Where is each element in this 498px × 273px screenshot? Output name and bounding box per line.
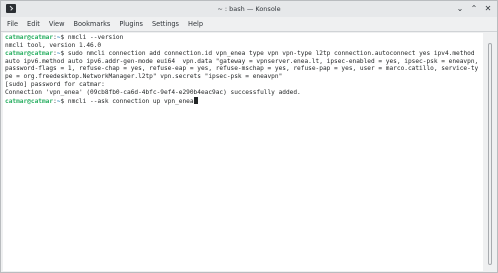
menu-bar: File Edit View Bookmarks Plugins Setting… (1, 17, 497, 32)
minimize-button[interactable]: ⌄ (455, 3, 465, 14)
command-line-1: nmcli --version (67, 34, 124, 41)
output-line-1: nmcli tool, version 1.46.0 (5, 41, 102, 49)
scrollbar-thumb[interactable] (488, 43, 492, 265)
prompt-user: catmar@catmar (5, 49, 54, 57)
prompt-symbol: $ (60, 97, 65, 105)
window-controls: ⌄ ⌃ ✕ (455, 3, 493, 14)
prompt-user: catmar@catmar (5, 97, 54, 105)
output-line-2a: [sudo] password for catmar: (5, 81, 105, 89)
text-cursor (193, 96, 198, 104)
terminal-area[interactable]: catmar@catmar:~$ nmcli --version nmcli t… (3, 33, 483, 271)
terminal-scrollbar[interactable] (487, 35, 493, 269)
command-line-3: nmcli --ask connection up vpn_enea (67, 97, 194, 105)
window-title: ~ : bash — Konsole (217, 5, 281, 13)
menu-help[interactable]: Help (188, 20, 203, 28)
menu-file[interactable]: File (7, 20, 18, 28)
command-line-2: sudo nmcli connection add connection.id … (5, 49, 482, 81)
output-line-2b: Connection 'vpn_enea' (09cb8fb0-ca6d-4bf… (5, 88, 301, 96)
menu-settings[interactable]: Settings (152, 20, 179, 28)
terminal-output: catmar@catmar:~$ nmcli --version nmcli t… (5, 34, 482, 105)
menu-plugins[interactable]: Plugins (119, 20, 143, 28)
menu-bookmarks[interactable]: Bookmarks (73, 20, 110, 28)
maximize-button[interactable]: ⌃ (469, 3, 479, 14)
prompt-symbol: $ (60, 49, 65, 57)
prompt-symbol: $ (60, 34, 65, 41)
close-button[interactable]: ✕ (483, 3, 493, 14)
prompt-user: catmar@catmar (5, 34, 54, 41)
menu-edit[interactable]: Edit (27, 20, 40, 28)
konsole-window: ~ : bash — Konsole ⌄ ⌃ ✕ File Edit View … (0, 0, 498, 273)
menu-view[interactable]: View (49, 20, 65, 28)
title-bar[interactable]: ~ : bash — Konsole ⌄ ⌃ ✕ (1, 1, 497, 17)
